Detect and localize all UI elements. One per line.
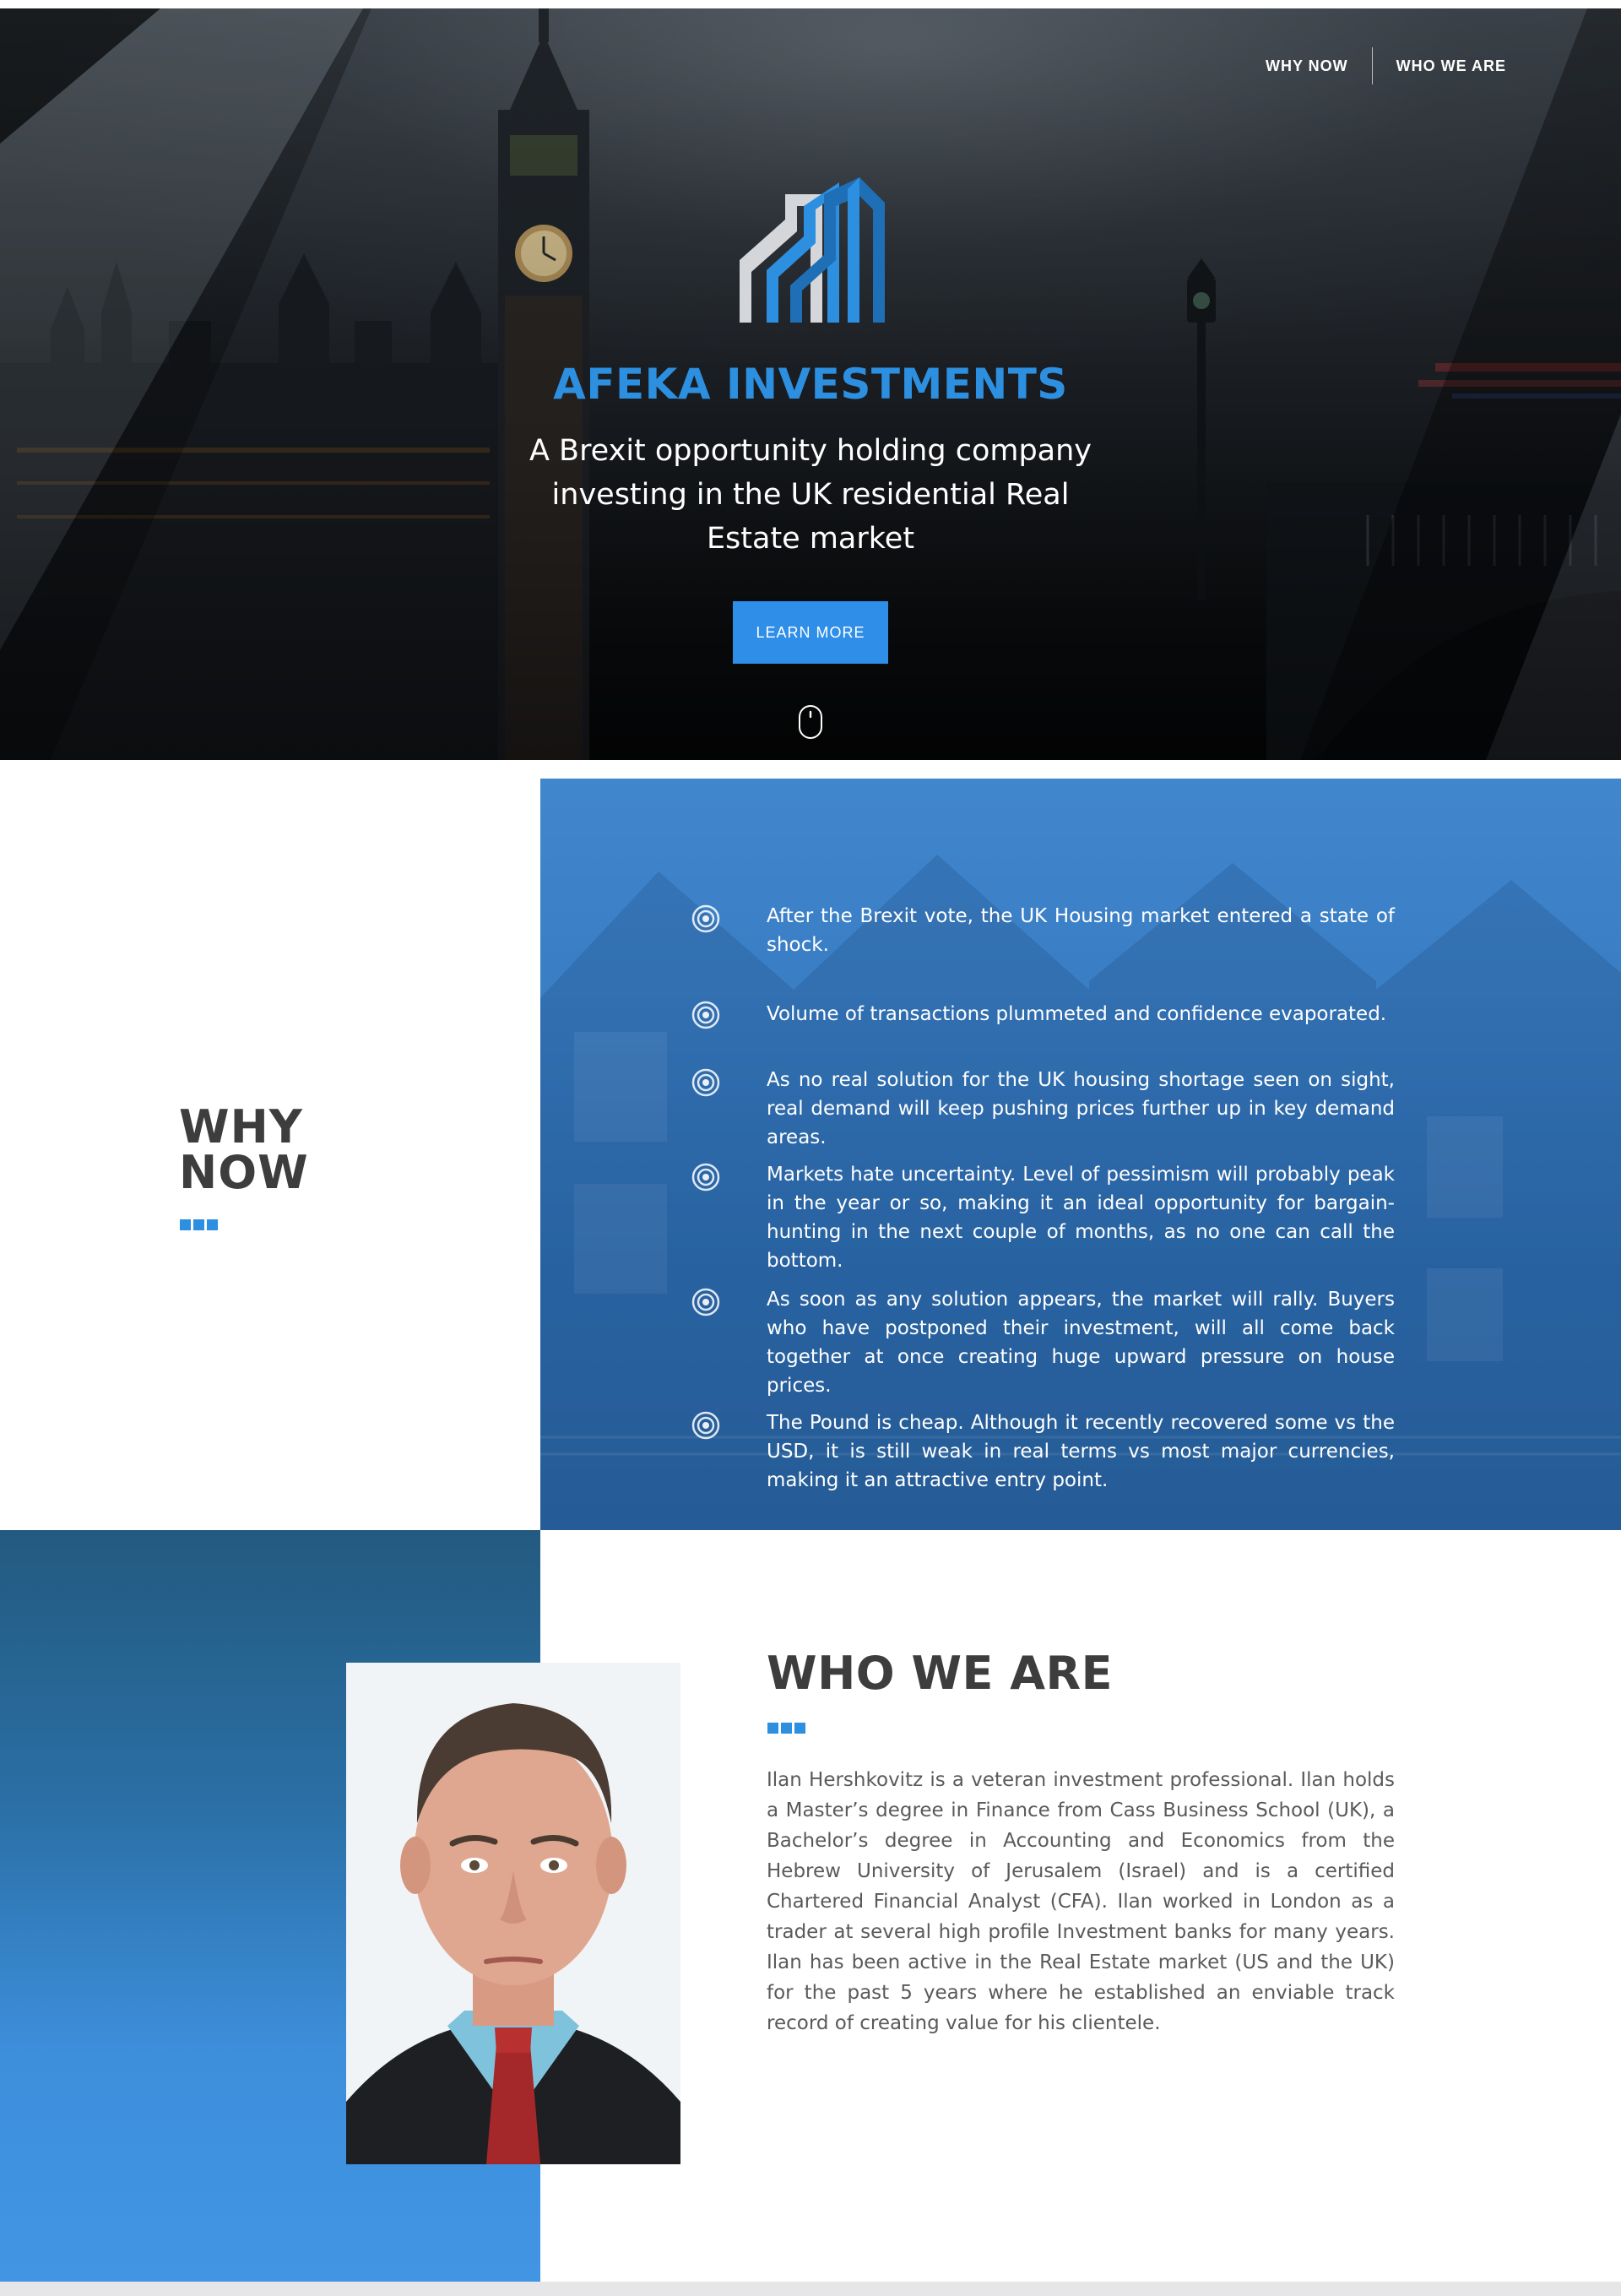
hero-title: AFEKA INVESTMENTS [553,360,1068,409]
decor-square [781,1723,792,1734]
founder-portrait [346,1663,680,2164]
who-we-are-bio: Ilan Hershkovitz is a veteran investment… [767,1769,1395,2034]
target-icon [691,1163,720,1191]
decor-square [794,1723,805,1734]
why-reason-text: Markets hate uncertainty. Level of pessi… [767,1164,1395,1272]
why-now-decor-squares [180,1219,218,1230]
why-now-title: WHY NOW [179,1105,309,1196]
who-we-are-title: WHO WE ARE [767,1647,1113,1700]
page: WHY NOW WHO WE ARE AFEKA INVESTMENTS A B… [0,0,1621,2296]
who-we-are-decor-squares [767,1723,805,1734]
decor-square [207,1219,218,1230]
why-reason-text: The Pound is cheap. Although it recently… [767,1412,1395,1491]
why-now-title-line1: WHY [179,1100,303,1153]
nav-why-now-link[interactable]: WHY NOW [1242,47,1372,84]
why-now-title-line2: NOW [179,1146,309,1199]
top-navigation: WHY NOW WHO WE ARE [1242,47,1530,84]
building-bars-logo [740,177,885,323]
decor-square [193,1219,204,1230]
decor-square [180,1219,191,1230]
decor-square [767,1723,778,1734]
target-icon [691,1001,720,1029]
hero-tagline: A Brexit opportunity holding company inv… [529,434,1092,556]
hero-section: WHY NOW WHO WE ARE AFEKA INVESTMENTS A B… [0,8,1621,760]
why-reason-text: After the Brexit vote, the UK Housing ma… [767,905,1395,956]
why-reason-text: Volume of transactions plummeted and con… [767,1003,1387,1025]
founder-portrait-illustration [346,1663,680,2164]
target-icon [691,904,720,933]
target-icon [691,1068,720,1097]
target-icon [691,1288,720,1316]
mouse-scroll-icon[interactable] [798,704,823,740]
why-reason-text: As no real solution for the UK housing s… [767,1069,1395,1148]
nav-who-we-are-link[interactable]: WHO WE ARE [1373,47,1530,84]
why-now-reasons-panel: After the Brexit vote, the UK Housing ma… [540,779,1621,1530]
target-icon [691,1411,720,1440]
learn-more-button[interactable]: LEARN MORE [733,601,888,664]
footer-strip [0,2282,1621,2296]
why-reason-text: As soon as any solution appears, the mar… [767,1289,1395,1397]
